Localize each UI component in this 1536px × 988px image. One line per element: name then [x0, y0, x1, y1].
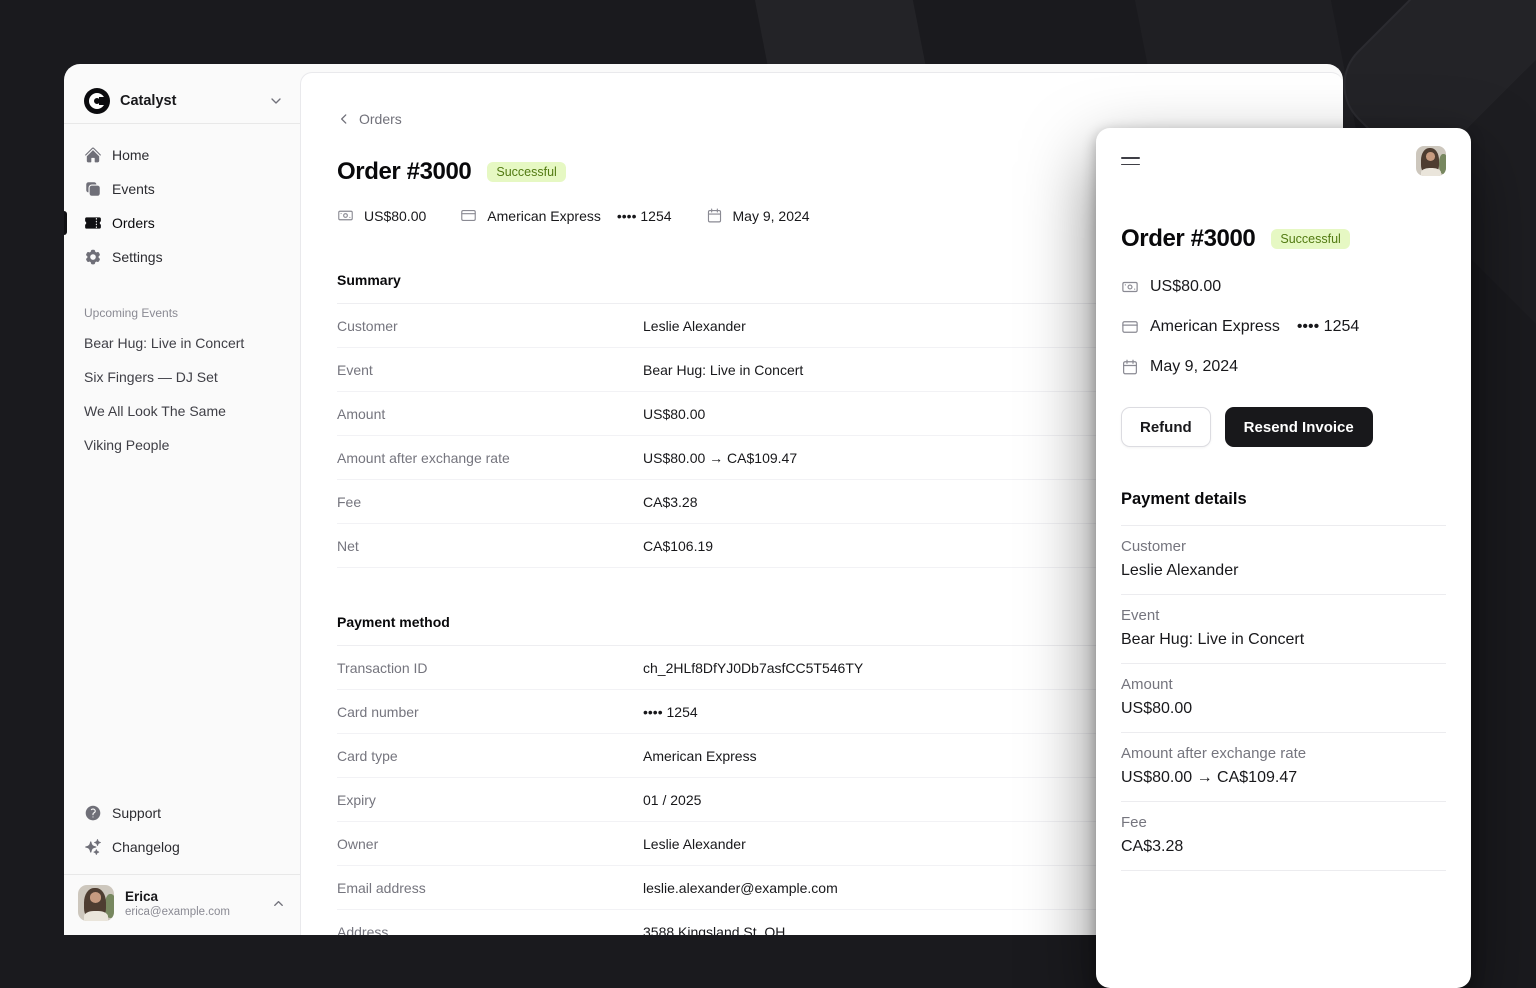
mobile-preview-card: Order #3000 Successful US$80.00 American… [1096, 128, 1471, 988]
sidebar-event-link[interactable]: Bear Hug: Live in Concert [72, 326, 292, 360]
detail-row: Customer Leslie Alexander [1121, 526, 1446, 595]
sidebar-event-link[interactable]: Six Fingers — DJ Set [72, 360, 292, 394]
page-title: Order #3000 [337, 158, 471, 186]
menu-icon[interactable] [1121, 148, 1147, 174]
chevron-down-icon [268, 93, 284, 109]
sidebar-item-events[interactable]: Events [72, 172, 292, 206]
sidebar-item-support[interactable]: Support [72, 796, 292, 830]
home-icon [84, 146, 102, 164]
user-name: Erica [125, 889, 230, 904]
chevron-up-icon [271, 896, 286, 911]
catalyst-logo-icon [84, 88, 110, 114]
detail-row: Amount after exchange rate US$80.00 → CA… [1121, 733, 1446, 802]
order-date: May 9, 2024 [1121, 347, 1446, 387]
avatar [78, 885, 114, 921]
active-indicator [64, 211, 67, 235]
detail-row: Amount US$80.00 [1121, 664, 1446, 733]
brand-name: Catalyst [120, 93, 258, 109]
payment-method-table: Transaction IDch_2HLf8DfYJ0Db7asfCC5T546… [337, 645, 1119, 935]
credit-card-icon [460, 207, 477, 224]
status-badge: Successful [1271, 229, 1349, 249]
order-card: American Express •••• 1254 [1121, 307, 1446, 347]
table-row: NetCA$106.19 [337, 524, 1119, 568]
page-title: Order #3000 [1121, 225, 1255, 253]
status-badge: Successful [487, 162, 565, 182]
sidebar-nav: Home Events Orders Settings [72, 138, 292, 274]
table-row: CustomerLeslie Alexander [337, 304, 1119, 348]
refund-button[interactable]: Refund [1121, 407, 1211, 447]
square-stack-icon [84, 180, 102, 198]
table-row: Address3588 Kingsland St, OH [337, 910, 1119, 935]
calendar-icon [706, 207, 723, 224]
chevron-left-icon [337, 112, 351, 126]
table-row: AmountUS$80.00 [337, 392, 1119, 436]
breadcrumb[interactable]: Orders [337, 111, 402, 127]
workspace-switcher[interactable]: Catalyst [64, 64, 300, 124]
table-row: Card number•••• 1254 [337, 690, 1119, 734]
order-amount: US$80.00 [337, 207, 426, 224]
sidebar-footer: Support Changelog Erica erica@example.co… [64, 796, 300, 935]
order-card: American Express •••• 1254 [460, 207, 671, 224]
detail-row: Fee CA$3.28 [1121, 802, 1446, 871]
table-row: FeeCA$3.28 [337, 480, 1119, 524]
order-meta: US$80.00 American Express •••• 1254 May … [1121, 267, 1446, 387]
sidebar-item-changelog[interactable]: Changelog [72, 830, 292, 864]
table-row: OwnerLeslie Alexander [337, 822, 1119, 866]
calendar-icon [1121, 358, 1139, 376]
sidebar-event-link[interactable]: Viking People [72, 428, 292, 462]
sidebar: Catalyst Home Events Orders Settings Up [64, 64, 300, 935]
user-email: erica@example.com [125, 906, 230, 918]
gear-icon [84, 248, 102, 266]
sidebar-item-home[interactable]: Home [72, 138, 292, 172]
ticket-icon [84, 214, 102, 232]
sidebar-event-link[interactable]: We All Look The Same [72, 394, 292, 428]
section-heading-payment-details: Payment details [1121, 490, 1446, 509]
credit-card-icon [1121, 318, 1139, 336]
table-row: EventBear Hug: Live in Concert [337, 348, 1119, 392]
banknote-icon [1121, 278, 1139, 296]
detail-row: Event Bear Hug: Live in Concert [1121, 595, 1446, 664]
order-date: May 9, 2024 [706, 207, 810, 224]
table-row: Expiry01 / 2025 [337, 778, 1119, 822]
sidebar-item-orders[interactable]: Orders [72, 206, 292, 240]
banknote-icon [337, 207, 354, 224]
avatar[interactable] [1416, 146, 1446, 176]
summary-table: CustomerLeslie Alexander EventBear Hug: … [337, 303, 1119, 568]
sidebar-item-settings[interactable]: Settings [72, 240, 292, 274]
resend-invoice-button[interactable]: Resend Invoice [1225, 407, 1373, 447]
user-menu[interactable]: Erica erica@example.com [64, 875, 300, 935]
table-row: Amount after exchange rateUS$80.00 → CA$… [337, 436, 1119, 480]
table-row: Email addressleslie.alexander@example.co… [337, 866, 1119, 910]
sparkles-icon [84, 838, 102, 856]
table-row: Card typeAmerican Express [337, 734, 1119, 778]
upcoming-events-heading: Upcoming Events [84, 306, 280, 320]
question-circle-icon [84, 804, 102, 822]
order-amount: US$80.00 [1121, 267, 1446, 307]
table-row: Transaction IDch_2HLf8DfYJ0Db7asfCC5T546… [337, 646, 1119, 690]
